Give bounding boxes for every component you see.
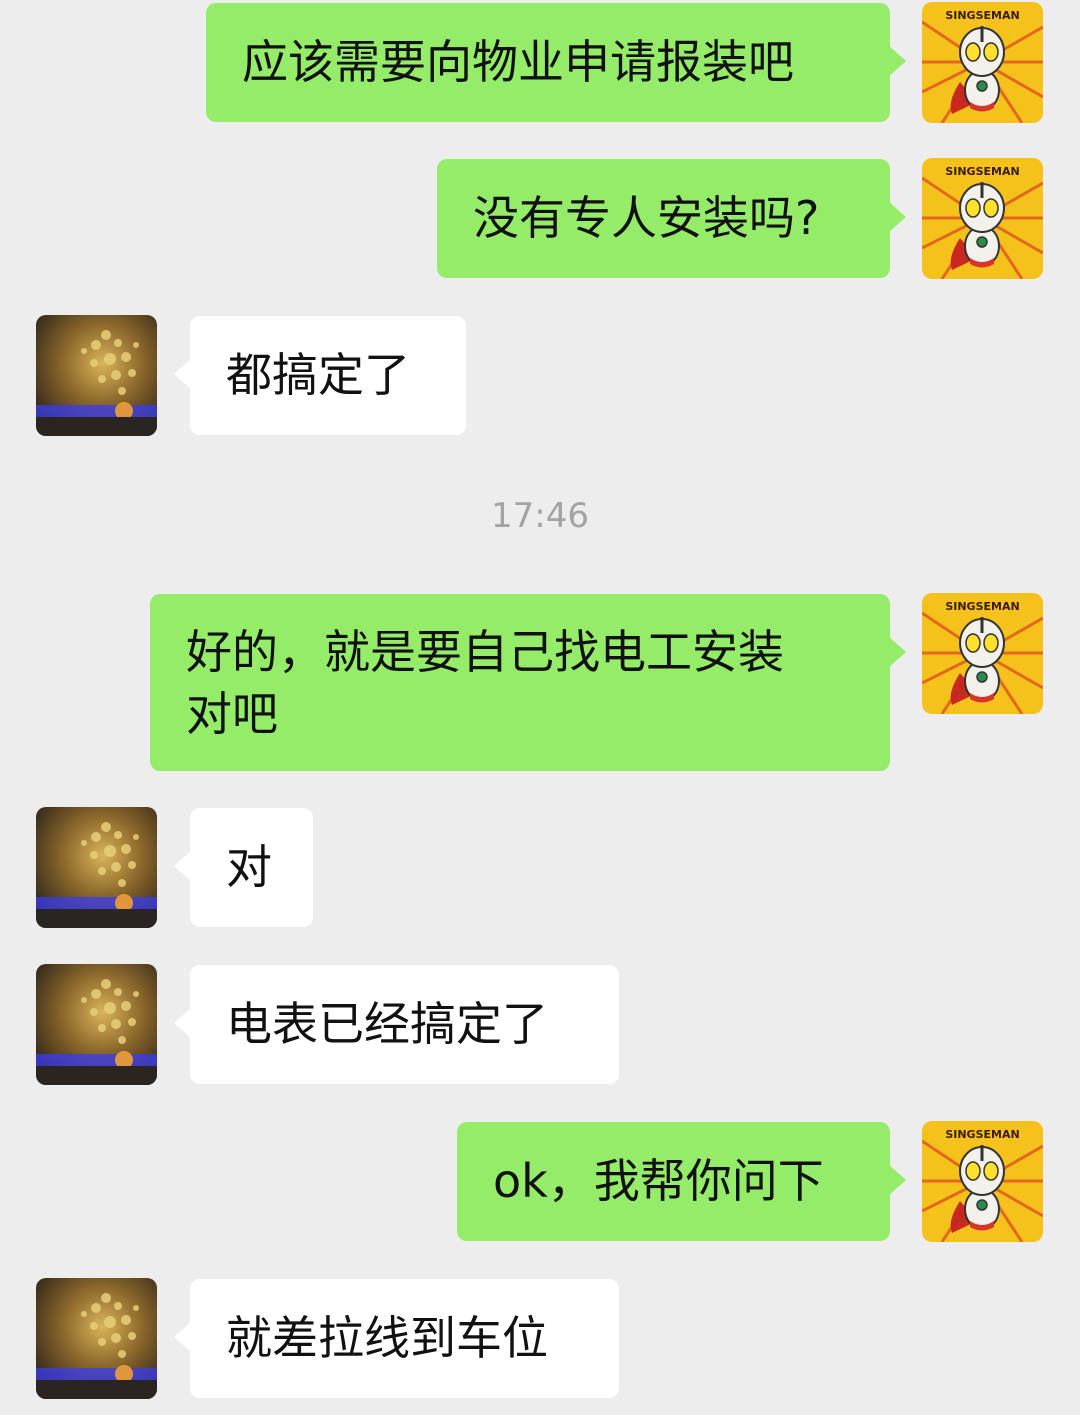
contact-avatar[interactable] — [36, 807, 157, 928]
self-avatar[interactable]: SINGSEMAN — [922, 158, 1043, 279]
golden-tree-photo-avatar-icon — [36, 807, 157, 928]
message-bubble-sent[interactable]: ok，我帮你问下 — [457, 1122, 906, 1241]
golden-tree-photo-avatar-icon — [36, 964, 157, 1085]
chat-view[interactable]: 应该需要向物业申请报装吧 SINGSEMAN 没有专人安装吗? SINGSEMA… — [0, 0, 1080, 1415]
contact-avatar[interactable] — [36, 315, 157, 436]
message-bubble-received[interactable]: 都搞定了 — [174, 316, 466, 435]
message-bubble-received[interactable]: 对 — [174, 808, 313, 927]
ultraman-cartoon-avatar-icon: SINGSEMAN — [922, 158, 1043, 279]
message-bubble-sent[interactable]: 应该需要向物业申请报装吧 — [206, 3, 906, 122]
golden-tree-photo-avatar-icon — [36, 315, 157, 436]
ultraman-cartoon-avatar-icon: SINGSEMAN — [922, 1121, 1043, 1242]
message-bubble-received[interactable]: 就差拉线到车位 — [174, 1279, 619, 1398]
message-timestamp: 17:46 — [491, 496, 589, 536]
contact-avatar[interactable] — [36, 964, 157, 1085]
self-avatar[interactable]: SINGSEMAN — [922, 2, 1043, 123]
svg-text:SINGSEMAN: SINGSEMAN — [945, 1128, 1019, 1141]
ultraman-cartoon-avatar-icon: SINGSEMAN — [922, 593, 1043, 714]
golden-tree-photo-avatar-icon — [36, 1278, 157, 1399]
message-bubble-sent[interactable]: 没有专人安装吗? — [437, 159, 906, 278]
ultraman-cartoon-avatar-icon: SINGSEMAN — [922, 2, 1043, 123]
self-avatar[interactable]: SINGSEMAN — [922, 1121, 1043, 1242]
message-bubble-sent[interactable]: 好的，就是要自己找电工安装 对吧 — [150, 594, 906, 771]
svg-text:SINGSEMAN: SINGSEMAN — [945, 165, 1019, 178]
message-bubble-received[interactable]: 电表已经搞定了 — [174, 965, 619, 1084]
contact-avatar[interactable] — [36, 1278, 157, 1399]
svg-text:SINGSEMAN: SINGSEMAN — [945, 600, 1019, 613]
self-avatar[interactable]: SINGSEMAN — [922, 593, 1043, 714]
svg-text:SINGSEMAN: SINGSEMAN — [945, 9, 1019, 22]
